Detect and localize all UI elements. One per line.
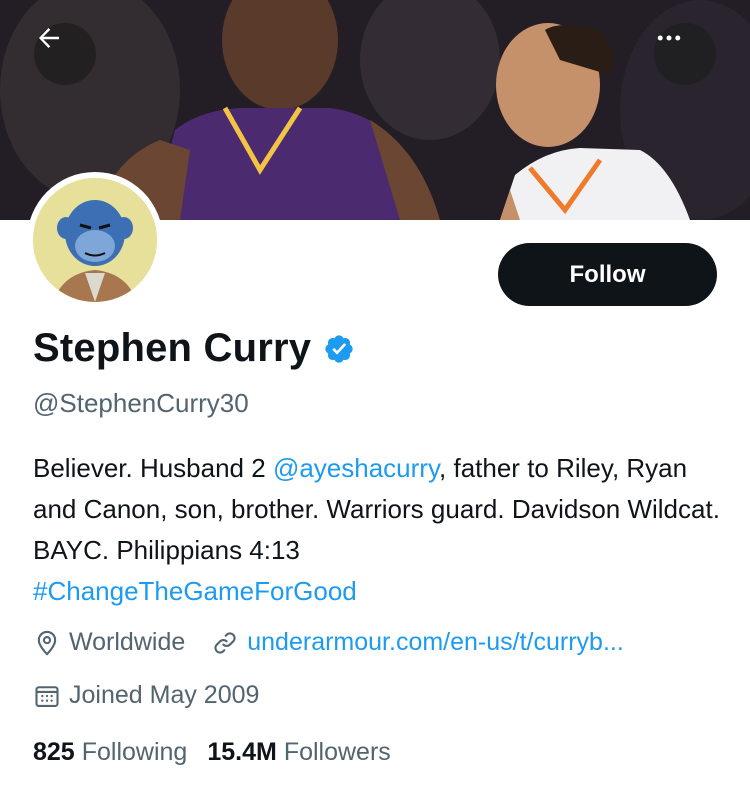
location-item: Worldwide [33, 628, 185, 657]
joined-row: Joined May 2009 [33, 681, 259, 710]
display-name: Stephen Curry [33, 326, 312, 370]
joined-text: Joined May 2009 [69, 681, 260, 709]
back-button[interactable] [34, 23, 96, 85]
joined-item: Joined May 2009 [33, 681, 259, 710]
location-text: Worldwide [69, 628, 186, 656]
profile-bio: Believer. Husband 2 @ayeshacurry, father… [33, 448, 723, 612]
calendar-icon [35, 685, 59, 707]
profile-meta-row: Worldwide underarmour.com/en-us/t/curryb… [33, 628, 624, 657]
followers-count: 15.4M [207, 738, 277, 766]
website-item[interactable]: underarmour.com/en-us/t/curryb... [211, 628, 624, 657]
following-label: Following [81, 738, 188, 766]
user-handle: @StephenCurry30 [33, 388, 249, 418]
more-horizontal-icon [657, 35, 681, 41]
location-pin-icon [37, 630, 57, 656]
hashtag-link[interactable]: #ChangeTheGameForGood [33, 576, 357, 606]
profile-avatar-frame[interactable] [27, 172, 163, 308]
link-icon [214, 631, 236, 654]
bio-text: Believer. Husband 2 [33, 453, 273, 483]
arrow-left-icon [39, 28, 59, 48]
verified-badge-icon [325, 334, 353, 363]
mention-link[interactable]: @ayeshacurry [273, 453, 439, 483]
website-link[interactable]: underarmour.com/en-us/t/curryb... [247, 628, 624, 657]
ape-avatar-image [33, 178, 157, 302]
following-stat[interactable]: 825 Following [33, 738, 187, 767]
following-count: 825 [33, 738, 75, 766]
name-row: Stephen Curry [33, 326, 355, 371]
follow-button[interactable]: Follow [498, 243, 717, 306]
followers-stat[interactable]: 15.4M Followers [207, 738, 390, 767]
avatar [33, 178, 157, 302]
follow-stats: 825 Following 15.4M Followers [33, 738, 411, 767]
more-options-button[interactable] [654, 23, 716, 85]
followers-label: Followers [283, 738, 391, 766]
